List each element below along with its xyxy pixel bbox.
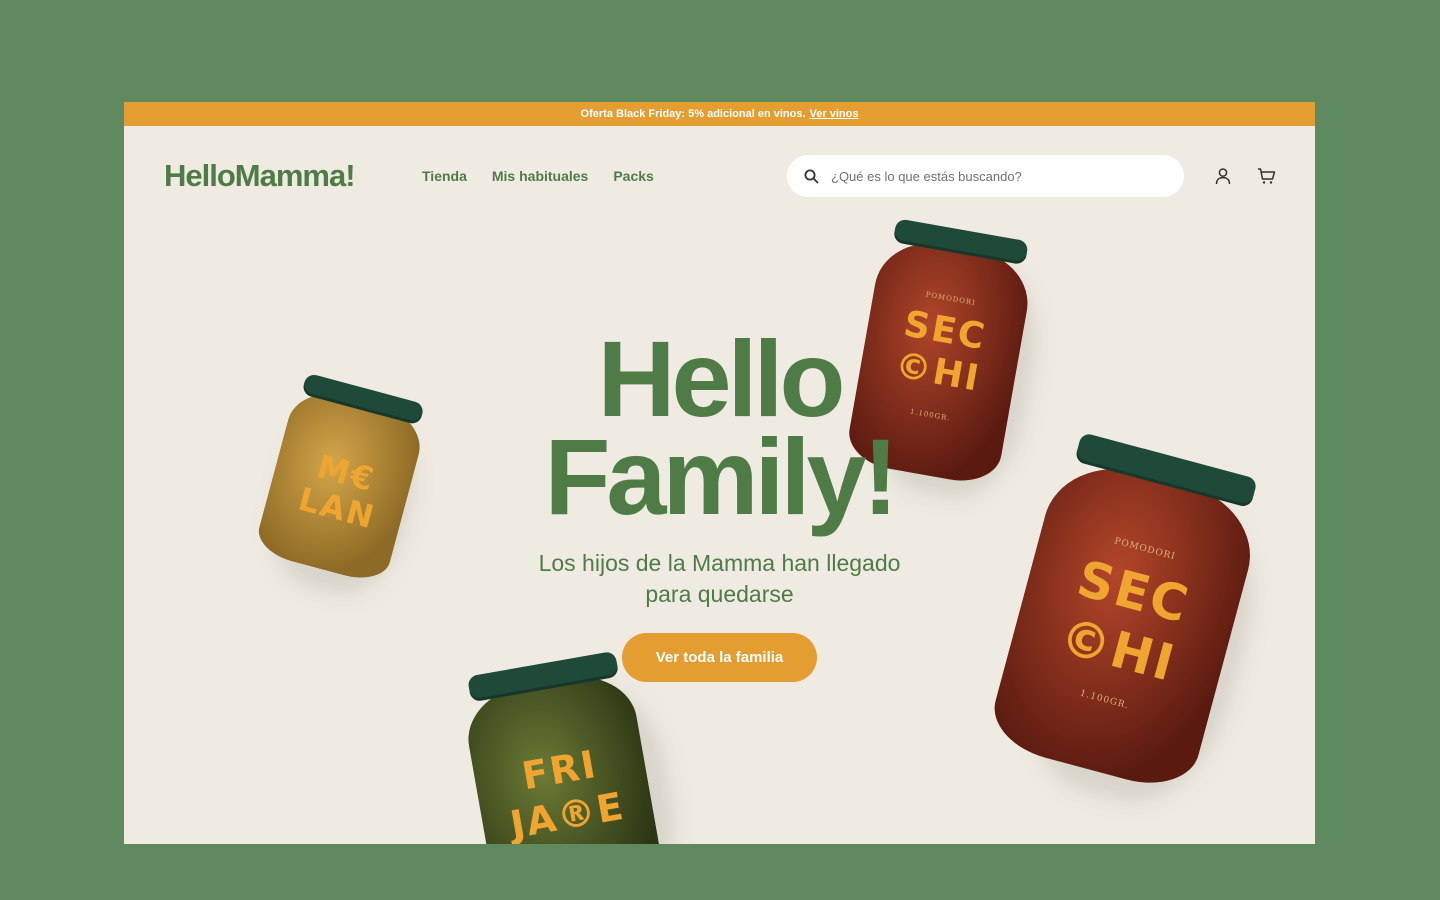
- logo[interactable]: HelloMamma!: [164, 158, 356, 194]
- search-input[interactable]: [831, 168, 1151, 184]
- hero-title-line2: Family!: [544, 416, 898, 537]
- page-frame: Oferta Black Friday: 5% adicional en vin…: [124, 102, 1315, 844]
- promo-text: Oferta Black Friday: 5% adicional en vin…: [580, 108, 806, 120]
- cart-button[interactable]: [1256, 166, 1276, 186]
- hero-subtitle-line2: para quedarse: [645, 581, 794, 607]
- nav-item-tienda[interactable]: Tienda: [422, 168, 467, 184]
- nav-item-mis-habituales[interactable]: Mis habituales: [492, 168, 588, 184]
- hero-title-line1: Hello: [597, 318, 845, 439]
- see-family-button[interactable]: Ver toda la familia: [622, 633, 817, 682]
- hero-subtitle-line1: Los hijos de la Mamma han llegado: [538, 550, 901, 576]
- main-nav: Tienda Mis habituales Packs: [422, 168, 654, 184]
- search-icon: [804, 169, 819, 183]
- hero-subtitle: Los hijos de la Mamma han llegado para q…: [124, 548, 1315, 610]
- cart-icon: [1257, 168, 1275, 184]
- promo-bar: Oferta Black Friday: 5% adicional en vin…: [124, 102, 1315, 126]
- account-button[interactable]: [1213, 166, 1233, 186]
- search-bar[interactable]: [787, 155, 1184, 197]
- user-icon: [1215, 168, 1231, 185]
- promo-link[interactable]: Ver vinos: [810, 108, 859, 120]
- nav-item-packs[interactable]: Packs: [613, 168, 653, 184]
